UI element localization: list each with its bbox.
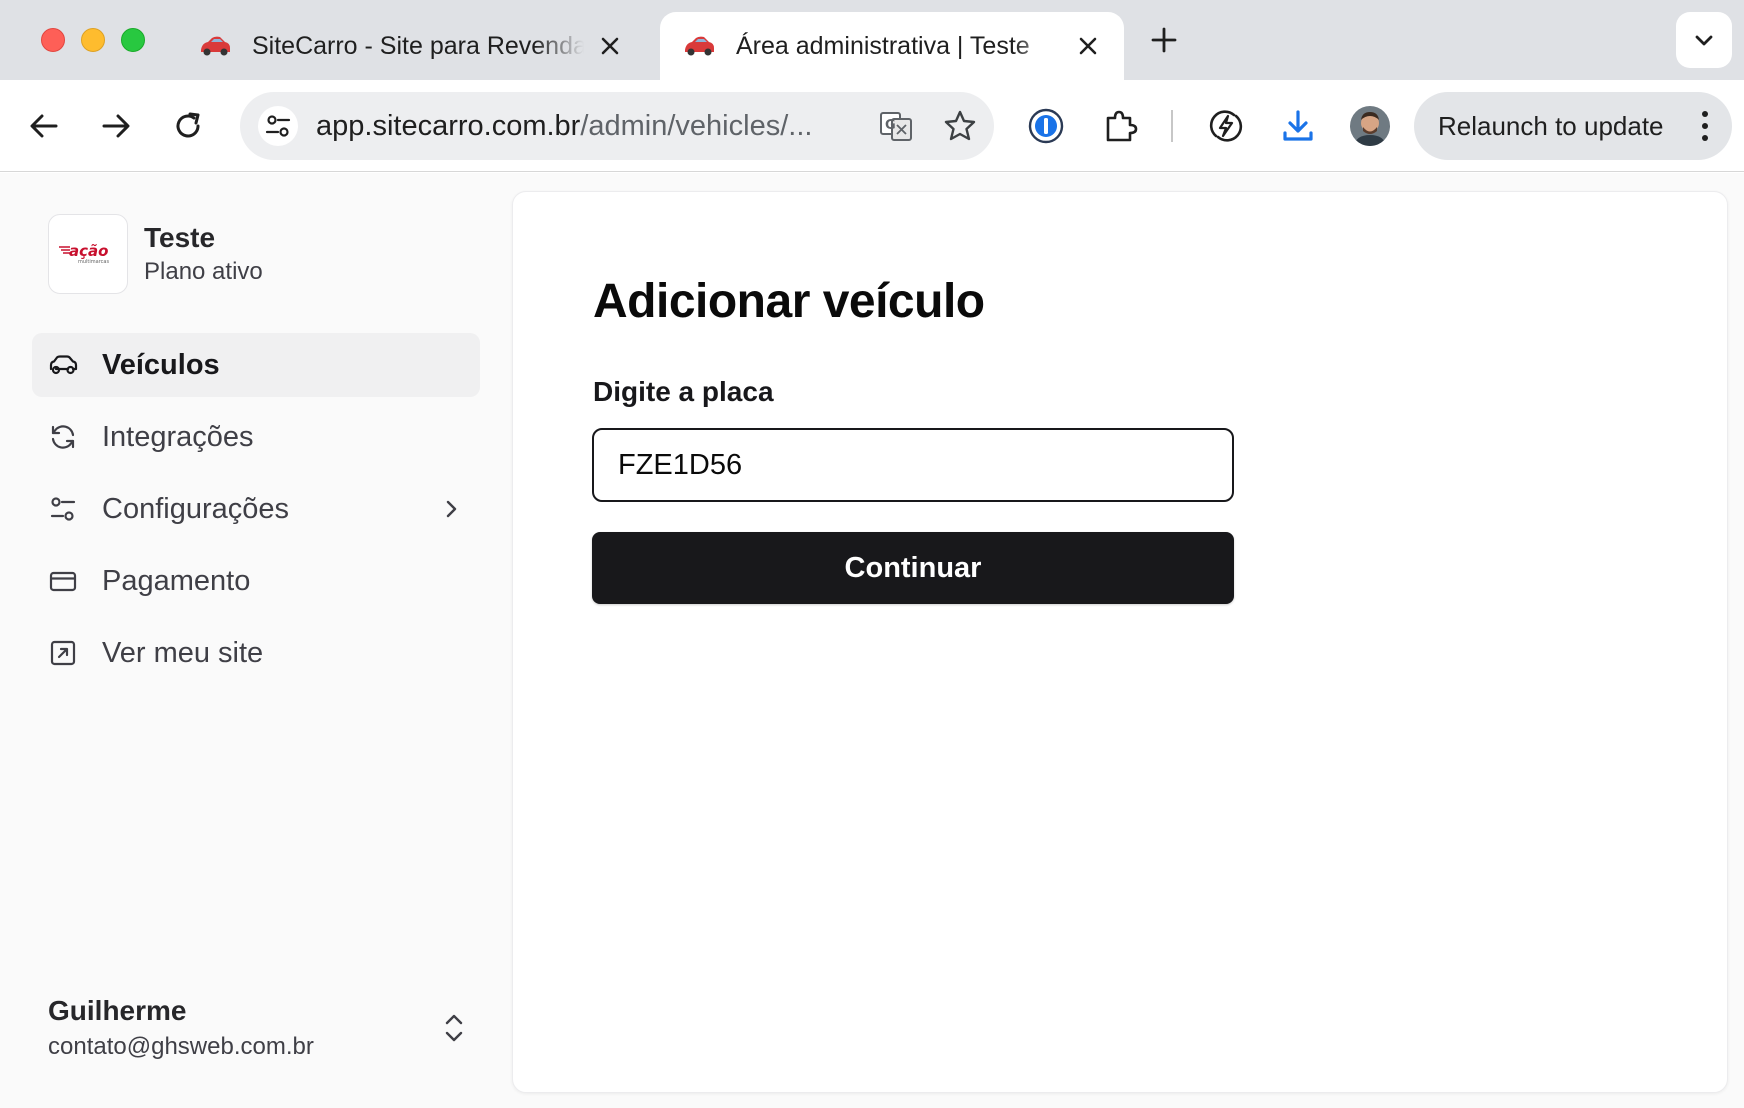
plate-label: Digite a placa [593, 376, 774, 407]
sidebar-item-label: Integrações [102, 420, 254, 453]
org-switcher[interactable]: ação multimarcas Teste Plano ativo [48, 214, 263, 294]
window-close-button[interactable] [41, 28, 65, 52]
sidebar-item-integracoes[interactable]: Integrações [32, 405, 480, 469]
svg-text:multimarcas: multimarcas [78, 259, 109, 265]
address-bar[interactable]: app.sitecarro.com.br/admin/vehicles/... … [240, 92, 994, 160]
lightning-extension-icon[interactable] [1206, 106, 1246, 146]
window-minimize-button[interactable] [81, 28, 105, 52]
window-zoom-button[interactable] [121, 28, 145, 52]
admin-app: ação multimarcas Teste Plano ativo Veícu… [0, 173, 1744, 1108]
user-name: Guilherme [48, 995, 187, 1026]
relaunch-to-update-button[interactable]: Relaunch to update [1414, 92, 1732, 160]
url-path: /admin/vehicles/... [580, 109, 813, 142]
sidebar-item-ver-meu-site[interactable]: Ver meu site [32, 621, 480, 685]
sidebar-item-label: Veículos [102, 348, 220, 381]
reload-icon[interactable] [168, 106, 208, 146]
tab-sitecarro[interactable]: SiteCarro - Site para Revenda [176, 12, 646, 80]
new-tab-plus-icon[interactable] [1148, 24, 1180, 56]
sidebar-item-label: Ver meu site [102, 636, 264, 669]
credit-card-icon [49, 571, 77, 592]
sliders-icon [50, 497, 76, 521]
page-title: Adicionar veículo [593, 275, 985, 328]
car-icon [49, 355, 78, 375]
profile-avatar[interactable] [1350, 106, 1390, 146]
close-icon[interactable] [596, 32, 624, 60]
svg-text:ação: ação [69, 242, 108, 260]
browser-toolbar: app.sitecarro.com.br/admin/vehicles/... … [0, 80, 1744, 172]
sidebar-item-veiculos[interactable]: Veículos [32, 333, 480, 397]
tab-title: Área administrativa | Teste [736, 31, 1030, 60]
sidebar-nav: Veículos Integrações Configurações Pagam… [32, 333, 480, 693]
download-icon[interactable] [1278, 106, 1318, 146]
chevron-down-icon [1695, 35, 1713, 46]
org-logo: ação multimarcas [48, 214, 128, 294]
url-host: app.sitecarro.com.br [316, 109, 581, 142]
forward-arrow-icon[interactable] [96, 106, 136, 146]
site-info-button[interactable] [258, 106, 298, 146]
org-name: Teste [144, 222, 216, 253]
plate-input[interactable] [592, 428, 1234, 502]
org-plan-status: Plano ativo [144, 258, 263, 285]
translate-icon[interactable]: G [878, 108, 914, 144]
svg-text:G: G [885, 118, 896, 133]
close-icon[interactable] [1074, 32, 1102, 60]
tab-search-button[interactable] [1676, 12, 1732, 68]
avatar-photo-icon [1350, 106, 1390, 146]
extensions-puzzle-icon[interactable] [1100, 106, 1140, 146]
sidebar: ação multimarcas Teste Plano ativo Veícu… [0, 173, 510, 1108]
back-arrow-icon[interactable] [24, 106, 64, 146]
chevron-up-down-icon[interactable] [440, 1011, 468, 1045]
external-link-icon [50, 640, 76, 666]
sidebar-item-configuracoes[interactable]: Configurações [32, 477, 480, 541]
password-manager-icon[interactable] [1026, 106, 1066, 146]
car-favicon-icon [685, 36, 714, 56]
user-info: Guilherme contato@ghsweb.com.br [48, 995, 440, 1061]
tab-title: SiteCarro - Site para Revenda [252, 31, 584, 60]
url-text[interactable]: app.sitecarro.com.br/admin/vehicles/... [316, 110, 850, 143]
user-menu[interactable]: Guilherme contato@ghsweb.com.br [48, 995, 468, 1061]
bookmark-star-icon[interactable] [942, 108, 978, 144]
chevron-right-icon [446, 500, 457, 518]
tab-admin[interactable]: Área administrativa | Teste [660, 12, 1124, 80]
user-email: contato@ghsweb.com.br [48, 1033, 314, 1060]
refresh-icon [51, 425, 75, 449]
browser-tabstrip: SiteCarro - Site para Revenda Área admin… [0, 0, 1744, 80]
sidebar-item-label: Configurações [102, 492, 289, 525]
sidebar-item-pagamento[interactable]: Pagamento [32, 549, 480, 613]
tune-icon [265, 115, 291, 137]
main-panel: Adicionar veículo Digite a placa Continu… [512, 191, 1728, 1093]
sidebar-item-label: Pagamento [102, 564, 251, 597]
relaunch-label: Relaunch to update [1438, 110, 1664, 141]
org-info: Teste Plano ativo [144, 222, 263, 286]
acao-logo: ação multimarcas [59, 242, 109, 265]
car-favicon-icon [201, 36, 230, 56]
toolbar-divider [1171, 110, 1173, 142]
continue-button[interactable]: Continuar [592, 532, 1234, 604]
more-vertical-icon [1702, 111, 1708, 141]
